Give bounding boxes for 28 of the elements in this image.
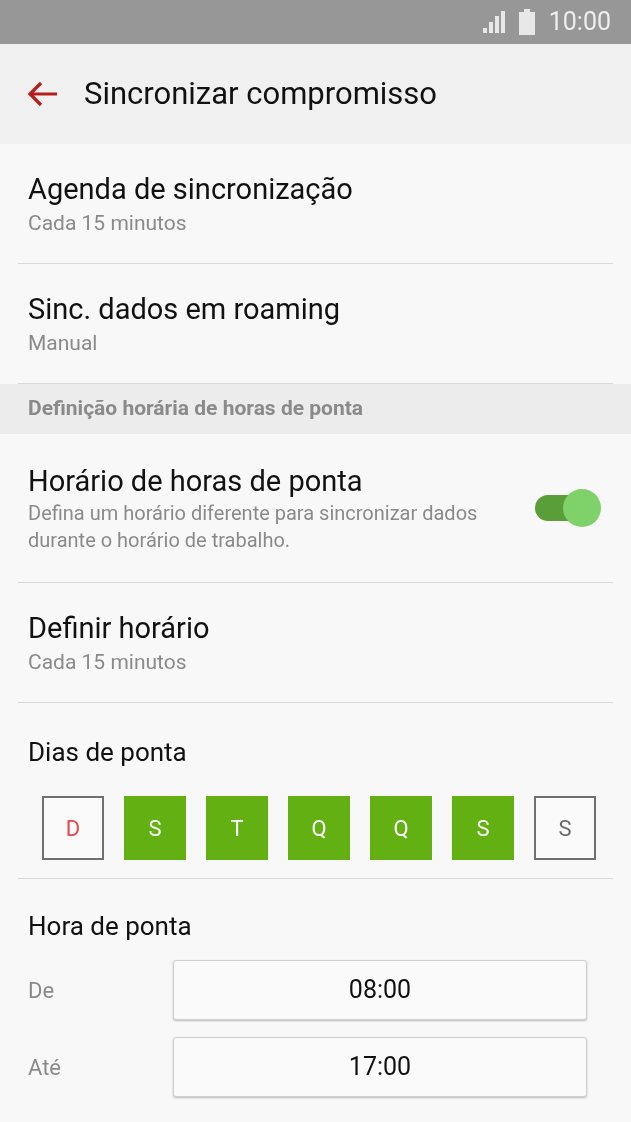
section-title: Hora de ponta (27, 910, 193, 943)
time-label: De (27, 976, 56, 1005)
day-toggle[interactable]: T (206, 796, 268, 860)
setting-title[interactable]: Definir horário (28, 608, 603, 647)
time-field[interactable]: 08:00 (173, 960, 587, 1020)
status-time: 10:00 (548, 6, 611, 39)
setting-title: Horário de horas de ponta (28, 463, 364, 500)
setting-summary: Defina um horário diferente para sincronizar dados durante o horário de trabalho. (28, 500, 479, 554)
setting-summary: Manual (28, 329, 99, 357)
day-toggle[interactable]: S (124, 796, 186, 860)
signal-icon (480, 11, 505, 33)
screen-title: Sincronizar compromisso (84, 73, 438, 114)
day-toggle[interactable]: Q (370, 796, 432, 860)
setting-summary: Cada 15 minutos (28, 648, 188, 676)
battery-icon (518, 9, 535, 35)
section-title: Dias de ponta (27, 736, 188, 769)
back-arrow-icon[interactable] (28, 81, 58, 107)
day-toggle[interactable]: Q (288, 796, 350, 860)
time-label: Até (27, 1053, 63, 1082)
day-toggle[interactable]: D (42, 796, 104, 860)
day-toggle[interactable]: S (534, 796, 596, 860)
toggle-switch[interactable] (533, 488, 601, 528)
section-header: Definição horária de horas de ponta (0, 384, 631, 434)
setting-title[interactable]: Sinc. dados em roaming (28, 289, 603, 328)
setting-title[interactable]: Agenda de sincronização (28, 169, 603, 208)
setting-summary: Cada 15 minutos (28, 209, 188, 237)
time-field[interactable]: 17:00 (173, 1037, 587, 1097)
day-toggle[interactable]: S (452, 796, 514, 860)
